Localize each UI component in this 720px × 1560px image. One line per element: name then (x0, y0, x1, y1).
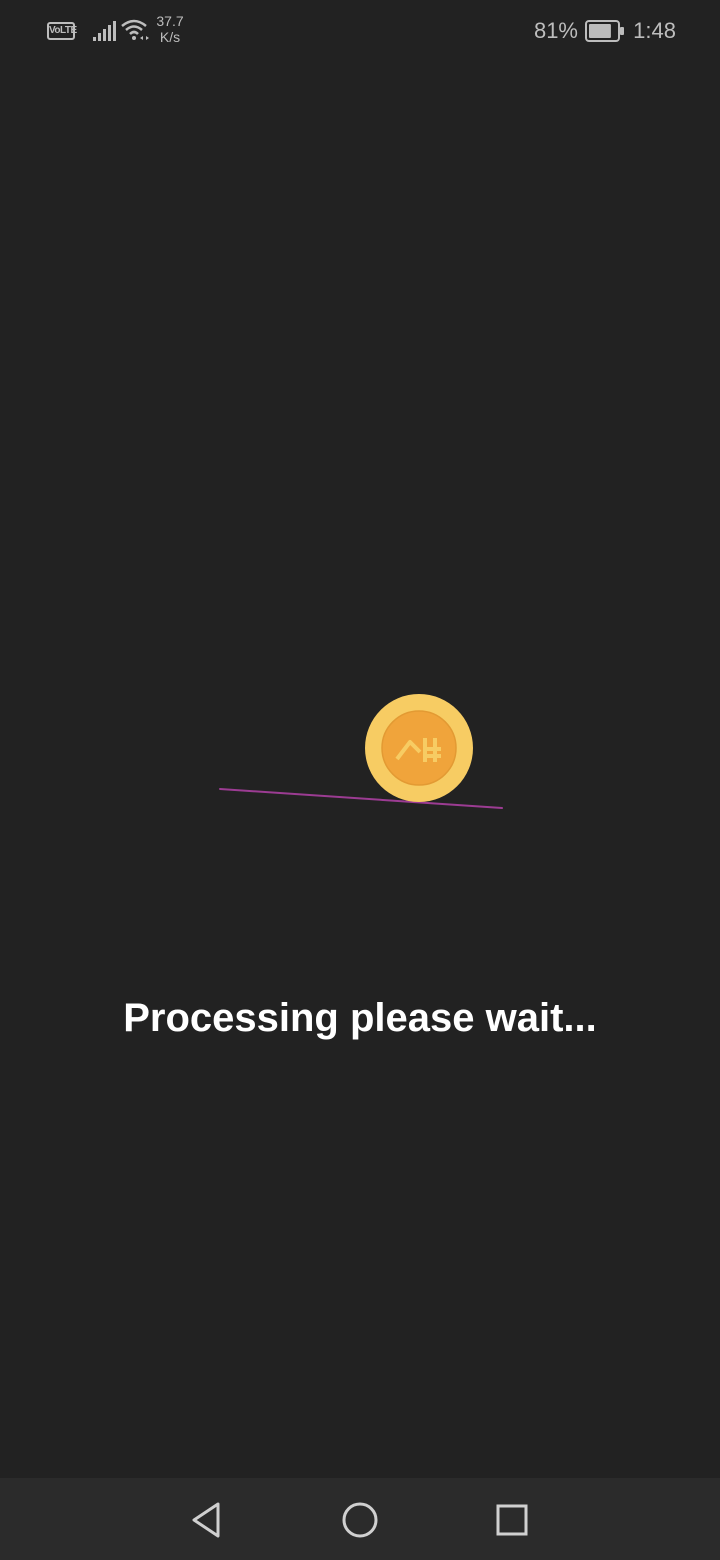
battery-percentage: 81% (533, 18, 578, 43)
home-circle-icon (342, 1502, 378, 1538)
battery-icon (585, 20, 624, 42)
wifi-icon (121, 19, 149, 40)
processing-message: Processing please wait... (123, 996, 597, 1040)
loading-animation (219, 694, 503, 809)
recent-apps-button[interactable] (488, 1496, 536, 1544)
coin-logo-icon (365, 694, 473, 802)
status-bar: VoLTE 37.7 K/s 81% 1:48 (0, 0, 720, 62)
clock: 1:48 (633, 18, 676, 43)
volte-badge: VoLTE (47, 22, 77, 40)
loader-track-line (219, 788, 503, 809)
processing-screen: VoLTE 37.7 K/s 81% 1:48 Processing pleas… (0, 0, 720, 1560)
network-speed-value: 37.7 (156, 13, 184, 29)
navigation-bar (0, 1478, 720, 1560)
battery-fill (589, 24, 611, 38)
recent-square-icon (496, 1504, 528, 1536)
network-speed-unit: K/s (159, 29, 181, 45)
network-speed: 37.7 K/s (152, 13, 188, 45)
back-triangle-icon (192, 1502, 220, 1538)
signal-bars-icon (93, 21, 116, 41)
home-button[interactable] (336, 1496, 384, 1544)
back-button[interactable] (182, 1496, 230, 1544)
